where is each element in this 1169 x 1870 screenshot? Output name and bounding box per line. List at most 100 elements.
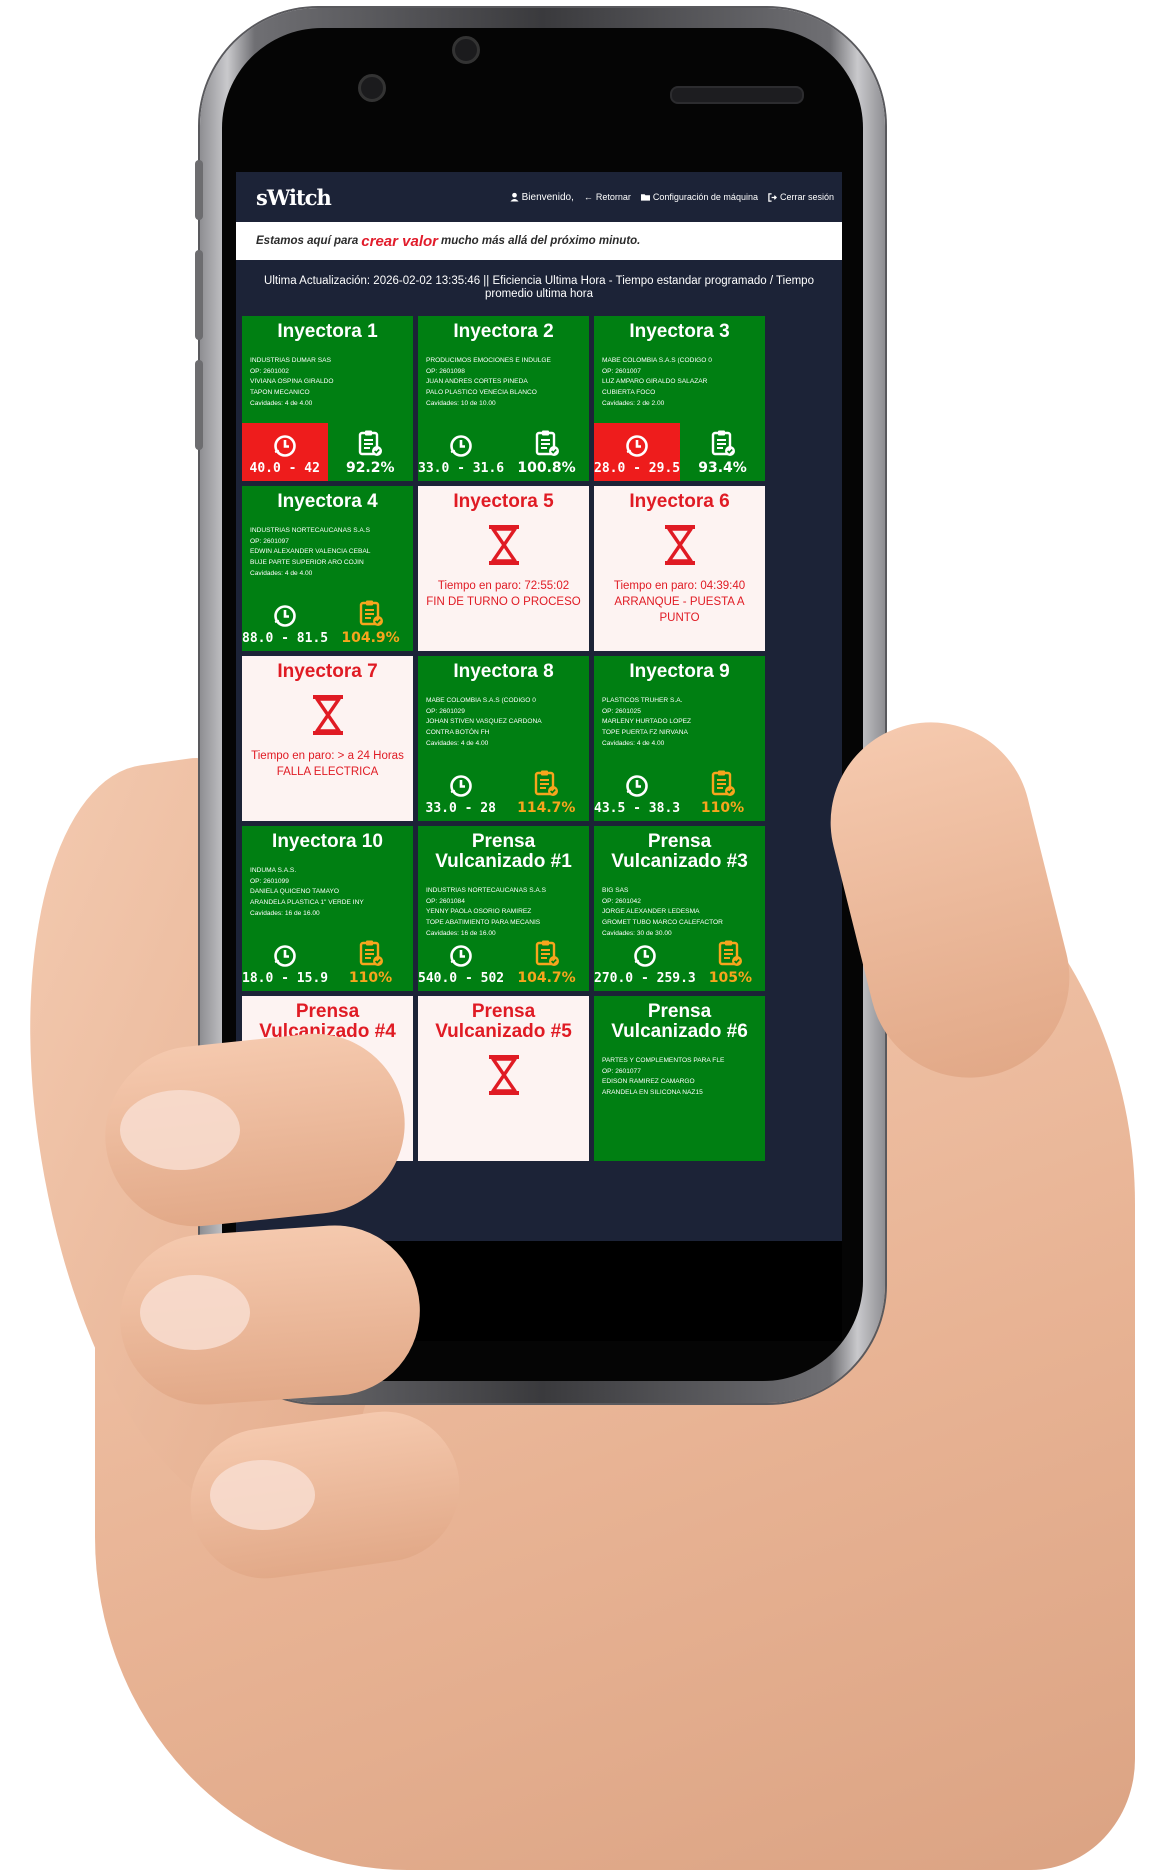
cavities-info: Cavidades: 2 de 2.00 bbox=[602, 399, 665, 407]
client-name: PLASTICOS TRUHER S.A. bbox=[602, 697, 683, 704]
machine-name: Inyectora 3 bbox=[629, 321, 730, 342]
logout-icon bbox=[768, 192, 777, 202]
last-update-bar: Ultima Actualización: 2026-02-02 13:35:4… bbox=[264, 275, 814, 300]
clipboard-check-icon bbox=[359, 940, 383, 966]
client-name: PRODUCIMOS EMOCIONES E INDULGE bbox=[426, 357, 551, 364]
cycle-time-metric: 88.0 - 81.5 bbox=[242, 593, 328, 651]
hourglass-icon bbox=[664, 525, 695, 565]
client-name: INDUSTRIAS NORTECAUCANAS S.A.S bbox=[426, 887, 547, 894]
efficiency-metric: 105% bbox=[696, 933, 765, 991]
client-name: MABE COLOMBIA S.A.S (CODIGO 0 bbox=[426, 697, 536, 704]
product-name: TOPE ABATIMIENTO PARA MECANIS bbox=[426, 919, 541, 927]
order-number: OP: 2601097 bbox=[250, 537, 289, 545]
operator-name: LUZ AMPARO GIRALDO SALAZAR bbox=[602, 378, 708, 386]
operator-name: JOHAN STIVEN VASQUEZ CARDONA bbox=[426, 718, 542, 726]
arrow-left-icon: ← bbox=[583, 192, 593, 202]
cycle-time-value: 33.0 - 28 bbox=[425, 801, 496, 816]
machine-details: PLASTICOS TRUHER S.A. OP: 2601025 MARLENY … bbox=[602, 696, 765, 750]
machine-name: Inyectora 8 bbox=[453, 661, 554, 682]
slogan-suffix: mucho más allá del próximo minuto. bbox=[441, 235, 641, 247]
product-name: GROMET TUBO MARCO CALEFACTOR bbox=[602, 919, 723, 927]
cycle-time-metric: 18.0 - 15.9 bbox=[242, 933, 328, 991]
machine-card[interactable]: Inyectora 9 PLASTICOS TRUHER S.A. OP: 2601… bbox=[594, 656, 765, 821]
client-name: INDUSTRIAS DUMAR SAS bbox=[250, 357, 331, 364]
efficiency-metric: 100.8% bbox=[504, 423, 589, 481]
clock-icon bbox=[449, 775, 472, 797]
machine-card[interactable]: Inyectora 2 PRODUCIMOS EMOCIONES E INDULG… bbox=[418, 316, 589, 481]
machine-card[interactable]: Prensa Vulcanizado #1 INDUSTRIAS NORTECAU… bbox=[418, 826, 589, 991]
machine-config-link[interactable]: Configuración de máquina bbox=[640, 192, 758, 202]
clock-icon bbox=[626, 435, 648, 457]
machine-details: BIG SAS OP: 2601042 JORGE ALEXANDER LEDESM… bbox=[602, 886, 765, 940]
machine-metrics: 88.0 - 81.5 104.9% bbox=[242, 593, 413, 651]
user-menu[interactable]: Bienvenido, bbox=[510, 192, 574, 203]
stop-reason: FALLA ELECTRICA bbox=[276, 766, 379, 778]
machine-card[interactable]: Prensa Vulcanizado #6 PARTES Y COMPLEMENT… bbox=[594, 996, 765, 1161]
logout-link[interactable]: Cerrar sesión bbox=[768, 192, 834, 202]
machine-card[interactable]: Inyectora 6 Tiempo en paro: 04:39:40 ARRAN… bbox=[594, 486, 765, 651]
slogan-prefix: Estamos aquí para bbox=[256, 235, 359, 247]
machine-metrics: 18.0 - 15.9 110% bbox=[242, 933, 413, 991]
machine-card[interactable]: Inyectora 5 Tiempo en paro: 72:55:02 FIN D… bbox=[418, 486, 589, 651]
machine-card[interactable]: Inyectora 1 INDUSTRIAS DUMAR SAS OP: 26010… bbox=[242, 316, 413, 481]
product-name: TAPON MECANICO bbox=[250, 389, 310, 397]
machine-metrics: 270.0 - 259.3 105% bbox=[594, 933, 765, 991]
efficiency-value: 92.2% bbox=[345, 460, 395, 476]
phone-front-camera bbox=[358, 74, 386, 102]
operator-name: EDWIN ALEXANDER VALENCIA CEBAL bbox=[250, 548, 371, 556]
machine-card[interactable]: Inyectora 7 Tiempo en paro: > a 24 Horas F… bbox=[242, 656, 413, 821]
machine-metrics: 33.0 - 28 114.7% bbox=[418, 763, 589, 821]
machine-name: Inyectora 6 bbox=[629, 491, 730, 512]
efficiency-value: 100.8% bbox=[517, 460, 576, 476]
machine-name: Inyectora 9 bbox=[629, 661, 730, 682]
cycle-time-metric: 540.0 - 502 bbox=[418, 933, 504, 991]
top-navbar: sWitch Bienvenido, ← Retornar Configurac… bbox=[236, 172, 842, 222]
cycle-time-value: 270.0 - 259.3 bbox=[594, 971, 696, 986]
product-name: BUJE PARTE SUPERIOR ARO COJIN bbox=[250, 559, 364, 567]
machine-details: PARTES Y COMPLEMENTOS PARA FLE OP: 260107… bbox=[602, 1056, 765, 1099]
order-number: OP: 2601007 bbox=[602, 367, 641, 375]
cycle-time-metric: 270.0 - 259.3 bbox=[594, 933, 696, 991]
user-icon bbox=[510, 192, 519, 202]
cavities-info: Cavidades: 4 de 4.00 bbox=[426, 739, 489, 747]
back-link[interactable]: ← Retornar bbox=[584, 192, 631, 202]
machine-card[interactable]: Prensa Vulcanizado #5 bbox=[418, 996, 589, 1161]
cavities-info: Cavidades: 16 de 16.00 bbox=[250, 909, 320, 917]
client-name: INDUSTRIAS NORTECAUCANAS S.A.S bbox=[250, 527, 371, 534]
machine-details: INDUSTRIAS NORTECAUCANAS S.A.S OP: 260109… bbox=[250, 526, 413, 580]
efficiency-metric: 110% bbox=[328, 933, 413, 991]
client-name: MABE COLOMBIA S.A.S (CODIGO 0 bbox=[602, 357, 712, 364]
clock-icon bbox=[274, 945, 296, 967]
operator-name: YENNY PAOLA OSORIO RAMIREZ bbox=[426, 908, 532, 916]
machine-card[interactable]: Inyectora 10 INDUMA S.A.S. OP: 2601099 DANI… bbox=[242, 826, 413, 991]
clipboard-check-icon bbox=[711, 430, 735, 456]
efficiency-metric: 104.7% bbox=[504, 933, 589, 991]
machine-card[interactable]: Prensa Vulcanizado #3 BIG SAS OP: 2601042 J… bbox=[594, 826, 765, 991]
operator-name: EDISON RAMIREZ CAMARGO bbox=[602, 1078, 695, 1086]
machine-metrics: 43.5 - 38.3 110% bbox=[594, 763, 765, 821]
machine-name: Prensa Vulcanizado #5 bbox=[435, 1001, 572, 1042]
machine-name: Inyectora 7 bbox=[277, 661, 378, 682]
cycle-time-metric: 43.5 - 38.3 bbox=[594, 763, 680, 821]
clipboard-check-icon bbox=[711, 770, 735, 796]
machine-card[interactable]: Inyectora 3 MABE COLOMBIA S.A.S (CODIGO 0… bbox=[594, 316, 765, 481]
efficiency-value: 93.4% bbox=[698, 460, 747, 476]
machine-card[interactable]: Inyectora 4 INDUSTRIAS NORTECAUCANAS S.A.… bbox=[242, 486, 413, 651]
machine-name: Prensa Vulcanizado #3 bbox=[611, 831, 748, 872]
cavities-info: Cavidades: 4 de 4.00 bbox=[250, 569, 313, 577]
order-number: OP: 2601002 bbox=[250, 367, 289, 375]
fingernail bbox=[140, 1275, 250, 1350]
clipboard-check-icon bbox=[719, 940, 743, 966]
machine-metrics: 33.0 - 31.6 100.8% bbox=[418, 423, 589, 481]
product-name: CONTRA BOTÓN FH bbox=[426, 729, 490, 737]
operator-name: VIVIANA OSPINA GIRALDO bbox=[250, 378, 334, 386]
efficiency-metric: 110% bbox=[680, 763, 765, 821]
operator-name: JUAN ANDRES CORTES PINEDA bbox=[426, 378, 528, 386]
machine-card[interactable]: Inyectora 8 MABE COLOMBIA S.A.S (CODIGO 0… bbox=[418, 656, 589, 821]
efficiency-value: 110% bbox=[700, 800, 745, 816]
machine-name: Prensa Vulcanizado #6 bbox=[611, 1001, 748, 1042]
order-number: OP: 2601029 bbox=[426, 707, 465, 715]
app-logo[interactable]: sWitch bbox=[256, 185, 332, 210]
machine-name: Inyectora 1 bbox=[277, 321, 378, 342]
cycle-time-metric: 40.0 - 42 bbox=[242, 423, 328, 481]
